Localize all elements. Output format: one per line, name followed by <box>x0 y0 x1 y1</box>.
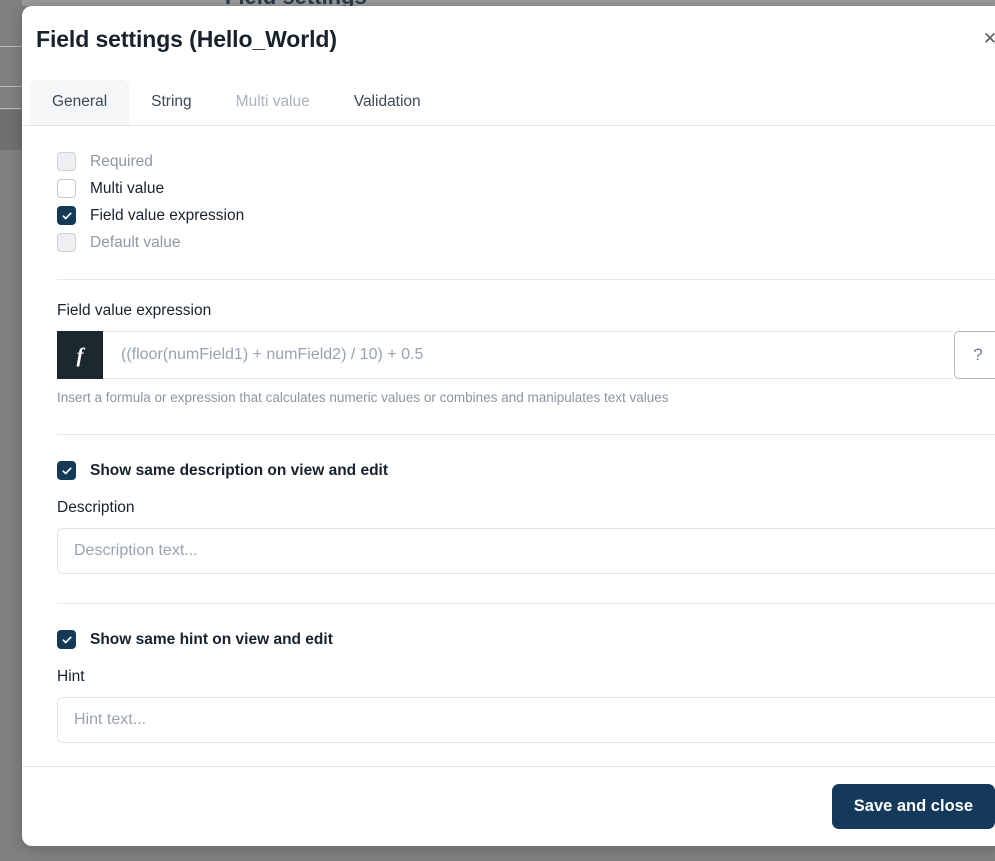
field-settings-dialog: Field settings (Hello_World) ✕ General S… <box>22 6 995 846</box>
background-left-rail <box>0 0 22 861</box>
expression-helper-text: Insert a formula or expression that calc… <box>57 390 669 405</box>
divider <box>57 603 995 604</box>
expression-input[interactable] <box>103 331 953 379</box>
option-field-value-expression[interactable]: Field value expression <box>57 202 995 229</box>
dialog-header: Field settings (Hello_World) ✕ <box>22 6 995 78</box>
divider <box>57 279 995 280</box>
rail-block <box>0 110 22 150</box>
check-icon <box>61 636 72 643</box>
tab-general[interactable]: General <box>30 80 130 125</box>
checkbox-required <box>57 152 76 171</box>
hint-field-label: Hint <box>57 668 85 685</box>
close-icon[interactable]: ✕ <box>976 24 995 52</box>
expression-section: Field value expression f ? Insert a form… <box>57 302 995 405</box>
toggle-show-same-hint[interactable]: Show same hint on view and edit <box>57 626 995 653</box>
tab-string[interactable]: String <box>129 80 214 125</box>
page-title: Field settings (Hello_World) <box>36 26 337 52</box>
tab-validation[interactable]: Validation <box>332 80 443 125</box>
option-default-value: Default value <box>57 229 995 256</box>
save-and-close-button[interactable]: Save and close <box>831 784 995 829</box>
function-icon: f <box>57 331 103 379</box>
checkbox-field-value-expression[interactable] <box>57 206 76 225</box>
tab-bar: General String Multi value Validation <box>22 78 995 126</box>
divider <box>57 434 995 435</box>
check-icon <box>61 212 72 219</box>
dialog-body: Required Multi value Field value express… <box>22 126 995 766</box>
checkbox-default-value <box>57 233 76 252</box>
checkbox-show-same-description[interactable] <box>57 461 76 480</box>
hint-section: Show same hint on view and edit Hint <box>57 626 995 743</box>
toggle-label-show-same-hint: Show same hint on view and edit <box>90 630 333 648</box>
option-multi-value[interactable]: Multi value <box>57 175 995 202</box>
rail-divider <box>0 108 22 109</box>
tab-multi-value: Multi value <box>214 80 332 125</box>
option-label-default-value: Default value <box>90 233 181 251</box>
option-required: Required <box>57 148 995 175</box>
checkbox-multi-value[interactable] <box>57 179 76 198</box>
option-label-field-value-expression: Field value expression <box>90 206 245 224</box>
toggle-label-show-same-description: Show same description on view and edit <box>90 461 389 479</box>
toggle-show-same-description[interactable]: Show same description on view and edit <box>57 457 995 484</box>
description-section: Show same description on view and edit D… <box>57 457 995 574</box>
dialog-footer: Save and close <box>22 766 995 846</box>
checkbox-show-same-hint[interactable] <box>57 630 76 649</box>
option-label-multi-value: Multi value <box>90 179 165 197</box>
check-icon <box>61 467 72 474</box>
expression-field-label: Field value expression <box>57 302 212 319</box>
expression-help-button[interactable]: ? <box>954 331 995 379</box>
option-label-required: Required <box>90 152 153 170</box>
expression-input-row: f ? <box>57 331 995 379</box>
description-field-label: Description <box>57 499 135 516</box>
rail-divider <box>0 46 22 47</box>
rail-divider <box>0 86 22 87</box>
field-options-list: Required Multi value Field value express… <box>57 126 995 256</box>
hint-input[interactable] <box>57 697 995 743</box>
description-input[interactable] <box>57 528 995 574</box>
